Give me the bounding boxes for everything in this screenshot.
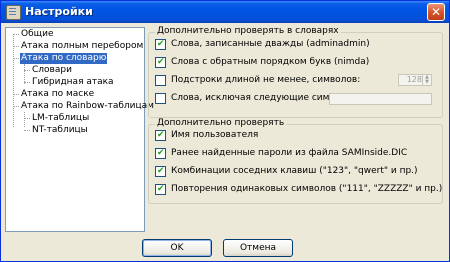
tree-connector xyxy=(24,118,30,119)
option-label: Слова с обратным порядком букв (nimda) xyxy=(171,57,370,67)
tree-connector xyxy=(13,106,19,107)
tree-item-dictionary-attack[interactable]: Атака по словарю xyxy=(20,53,108,64)
option-label: Повторения одинаковых символов ("111", "… xyxy=(171,184,443,194)
settings-tree: Общие Атака полным перебором Атака по сл… xyxy=(5,27,154,232)
title-bar[interactable]: Настройки ✕ xyxy=(1,1,449,23)
option-label: Слова, исключая следующие символы xyxy=(171,93,354,103)
ok-button[interactable]: OK xyxy=(142,239,212,257)
option-label: Подстроки длиной не менее, символов: xyxy=(171,75,361,85)
tree-connector xyxy=(24,112,25,127)
tree-item-brute-force[interactable]: Атака полным перебором xyxy=(20,41,144,52)
checkbox[interactable] xyxy=(155,75,166,86)
option-label: Комбинации соседних клавиш ("123", "qwer… xyxy=(171,166,418,176)
tree-connector xyxy=(24,70,30,71)
tree-item-mask-attack[interactable]: Атака по маске xyxy=(20,89,95,100)
settings-dialog: Настройки ✕ Общие Атака полным перебором… xyxy=(0,0,450,262)
checkbox[interactable] xyxy=(155,38,166,51)
option-label: Имя пользователя xyxy=(171,130,259,140)
exclude-chars-input[interactable] xyxy=(329,93,432,105)
tree-item-hybrid-attack[interactable]: Гибридная атака xyxy=(31,77,115,88)
cancel-button[interactable]: Отмена xyxy=(223,239,293,257)
checkbox[interactable] xyxy=(155,93,166,104)
group-title: Дополнительно проверять xyxy=(155,118,287,128)
min-length-spinner[interactable]: 128 ▲ ▼ xyxy=(398,74,432,86)
tree-connector xyxy=(13,58,19,59)
tree-item-nt-tables[interactable]: NT-таблицы xyxy=(31,125,89,136)
tree-connector xyxy=(13,34,19,35)
option-label: Слова, записанные дважды (adminadmin) xyxy=(171,39,370,49)
tree-connector xyxy=(13,34,14,127)
option-label: Ранее найденные пароли из файла SAMInsid… xyxy=(171,148,408,158)
tree-connector xyxy=(24,64,25,84)
tree-connector xyxy=(24,130,30,131)
tree-item-rainbow-attack[interactable]: Атака по Rainbow-таблицам xyxy=(20,101,155,112)
spinner-arrows-icon[interactable]: ▲ ▼ xyxy=(422,75,431,85)
checkbox[interactable] xyxy=(155,56,166,69)
window-title: Настройки xyxy=(25,5,93,18)
checkbox[interactable] xyxy=(155,165,166,178)
close-button[interactable]: ✕ xyxy=(427,3,445,21)
checkbox[interactable] xyxy=(155,183,166,196)
checkbox[interactable] xyxy=(155,147,166,160)
tree-connector xyxy=(24,82,30,83)
tree-item-general[interactable]: Общие xyxy=(20,29,55,40)
settings-window-icon xyxy=(6,5,21,20)
tree-item-lm-tables[interactable]: LM-таблицы xyxy=(31,113,90,124)
tree-item-dictionaries[interactable]: Словари xyxy=(31,65,73,76)
tree-connector xyxy=(13,46,19,47)
group-title: Дополнительно проверять в словарях xyxy=(155,26,341,36)
tree-connector xyxy=(13,94,19,95)
spinner-value: 128 xyxy=(406,75,422,84)
checkbox[interactable] xyxy=(155,129,166,142)
